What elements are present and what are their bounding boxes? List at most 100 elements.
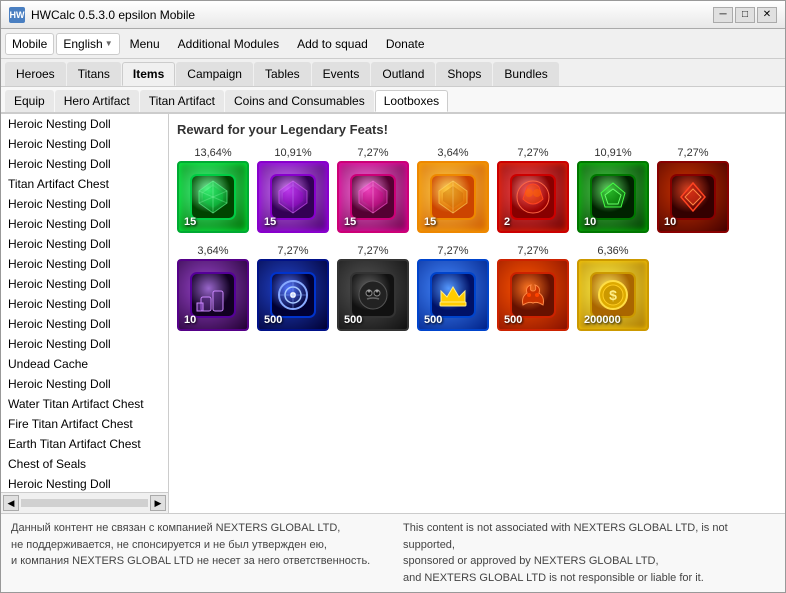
donate-button[interactable]: Donate: [378, 34, 433, 54]
svg-text:$: $: [609, 287, 617, 303]
subtab-titan-artifact[interactable]: Titan Artifact: [140, 90, 224, 112]
tab-outland[interactable]: Outland: [371, 62, 435, 86]
item-box: 10: [657, 161, 729, 233]
sidebar-item-10[interactable]: Heroic Nesting Doll: [1, 314, 168, 334]
scroll-track[interactable]: [21, 499, 148, 507]
menu-bar: Mobile English ▼ Menu Additional Modules…: [1, 29, 785, 59]
item-percent: 7,27%: [357, 245, 388, 257]
item-cell-1-3[interactable]: 7,27% 500: [417, 245, 489, 331]
item-box: 10: [577, 161, 649, 233]
sidebar-item-2[interactable]: Heroic Nesting Doll: [1, 154, 168, 174]
item-count: 500: [344, 314, 362, 326]
tab-titans[interactable]: Titans: [67, 62, 121, 86]
footer: Данный контент не связан с компанией NEX…: [1, 513, 785, 592]
sidebar-item-12[interactable]: Undead Cache: [1, 354, 168, 374]
sidebar-item-17[interactable]: Chest of Seals: [1, 454, 168, 474]
tab-shops[interactable]: Shops: [436, 62, 492, 86]
window-title: HWCalc 0.5.3.0 epsilon Mobile: [31, 8, 707, 22]
item-percent: 7,27%: [437, 245, 468, 257]
item-percent: 6,36%: [597, 245, 628, 257]
items-grid: 13,64%1510,91%157,27%153,64%157,27%210,9…: [177, 147, 777, 331]
item-cell-0-4[interactable]: 7,27%2: [497, 147, 569, 233]
item-count: 500: [504, 314, 522, 326]
scroll-right-button[interactable]: ▶: [150, 495, 166, 511]
item-cell-0-0[interactable]: 13,64%15: [177, 147, 249, 233]
add-to-squad-button[interactable]: Add to squad: [289, 34, 376, 54]
item-cell-1-1[interactable]: 7,27%500: [257, 245, 329, 331]
item-cell-1-5[interactable]: 6,36% $200000: [577, 245, 649, 331]
chevron-down-icon: ▼: [105, 39, 113, 48]
footer-left: Данный контент не связан с компанией NEX…: [11, 520, 383, 586]
item-box: $200000: [577, 259, 649, 331]
sidebar-item-3[interactable]: Titan Artifact Chest: [1, 174, 168, 194]
item-box: 500: [497, 259, 569, 331]
item-cell-0-3[interactable]: 3,64%15: [417, 147, 489, 233]
language-dropdown[interactable]: English ▼: [56, 33, 119, 55]
panel-title: Reward for your Legendary Feats!: [177, 122, 777, 137]
item-count: 15: [344, 216, 356, 228]
scroll-left-button[interactable]: ◀: [3, 495, 19, 511]
mobile-label: Mobile: [12, 37, 47, 51]
item-cell-1-4[interactable]: 7,27% 500: [497, 245, 569, 331]
item-percent: 13,64%: [194, 147, 231, 159]
sidebar-item-5[interactable]: Heroic Nesting Doll: [1, 214, 168, 234]
sidebar-item-18[interactable]: Heroic Nesting Doll: [1, 474, 168, 492]
window-controls: ─ □ ✕: [713, 7, 777, 23]
item-count: 2: [504, 216, 510, 228]
item-percent: 3,64%: [437, 147, 468, 159]
item-box: 15: [257, 161, 329, 233]
tab-campaign[interactable]: Campaign: [176, 62, 253, 86]
sidebar-item-14[interactable]: Water Titan Artifact Chest: [1, 394, 168, 414]
item-cell-0-1[interactable]: 10,91%15: [257, 147, 329, 233]
sidebar-item-11[interactable]: Heroic Nesting Doll: [1, 334, 168, 354]
item-count: 10: [584, 216, 596, 228]
item-percent: 7,27%: [517, 245, 548, 257]
app-icon: HW: [9, 7, 25, 23]
mobile-dropdown[interactable]: Mobile: [5, 33, 54, 55]
minimize-button[interactable]: ─: [713, 7, 733, 23]
item-cell-1-0[interactable]: 3,64%10: [177, 245, 249, 331]
subtab-hero-artifact[interactable]: Hero Artifact: [55, 90, 139, 112]
sidebar-item-0[interactable]: Heroic Nesting Doll: [1, 114, 168, 134]
item-count: 500: [424, 314, 442, 326]
sidebar-item-15[interactable]: Fire Titan Artifact Chest: [1, 414, 168, 434]
item-percent: 3,64%: [197, 245, 228, 257]
sidebar-item-9[interactable]: Heroic Nesting Doll: [1, 294, 168, 314]
item-percent: 7,27%: [277, 245, 308, 257]
tab-items[interactable]: Items: [122, 62, 175, 86]
item-box: 500: [337, 259, 409, 331]
additional-modules-button[interactable]: Additional Modules: [170, 34, 287, 54]
tab-bundles[interactable]: Bundles: [493, 62, 558, 86]
content-area: Heroic Nesting DollHeroic Nesting DollHe…: [1, 114, 785, 513]
tab-heroes[interactable]: Heroes: [5, 62, 66, 86]
item-cell-1-2[interactable]: 7,27% 500: [337, 245, 409, 331]
main-window: HW HWCalc 0.5.3.0 epsilon Mobile ─ □ ✕ M…: [0, 0, 786, 593]
footer-right-text: This content is not associated with NEXT…: [403, 522, 728, 584]
item-cell-0-5[interactable]: 10,91%10: [577, 147, 649, 233]
maximize-button[interactable]: □: [735, 7, 755, 23]
sidebar-item-8[interactable]: Heroic Nesting Doll: [1, 274, 168, 294]
tab-events[interactable]: Events: [312, 62, 371, 86]
menu-button[interactable]: Menu: [122, 34, 168, 54]
main-panel: Reward for your Legendary Feats! 13,64%1…: [169, 114, 785, 513]
sidebar-item-4[interactable]: Heroic Nesting Doll: [1, 194, 168, 214]
close-button[interactable]: ✕: [757, 7, 777, 23]
subtab-coins-consumables[interactable]: Coins and Consumables: [225, 90, 374, 112]
item-cell-0-2[interactable]: 7,27%15: [337, 147, 409, 233]
subtab-equip[interactable]: Equip: [5, 90, 54, 112]
items-row-1: 3,64%107,27%5007,27%5007,27%5007,27%5006…: [177, 245, 777, 331]
item-count: 10: [664, 216, 676, 228]
items-row-0: 13,64%1510,91%157,27%153,64%157,27%210,9…: [177, 147, 777, 233]
item-cell-0-6[interactable]: 7,27%10: [657, 147, 729, 233]
sidebar-item-7[interactable]: Heroic Nesting Doll: [1, 254, 168, 274]
sidebar-item-1[interactable]: Heroic Nesting Doll: [1, 134, 168, 154]
subtab-lootboxes[interactable]: Lootboxes: [375, 90, 448, 112]
footer-left-text: Данный контент не связан с компанией NEX…: [11, 522, 370, 567]
sidebar: Heroic Nesting DollHeroic Nesting DollHe…: [1, 114, 169, 513]
tab-tables[interactable]: Tables: [254, 62, 311, 86]
item-box: 15: [337, 161, 409, 233]
sidebar-item-16[interactable]: Earth Titan Artifact Chest: [1, 434, 168, 454]
title-bar: HW HWCalc 0.5.3.0 epsilon Mobile ─ □ ✕: [1, 1, 785, 29]
sidebar-item-13[interactable]: Heroic Nesting Doll: [1, 374, 168, 394]
sidebar-item-6[interactable]: Heroic Nesting Doll: [1, 234, 168, 254]
